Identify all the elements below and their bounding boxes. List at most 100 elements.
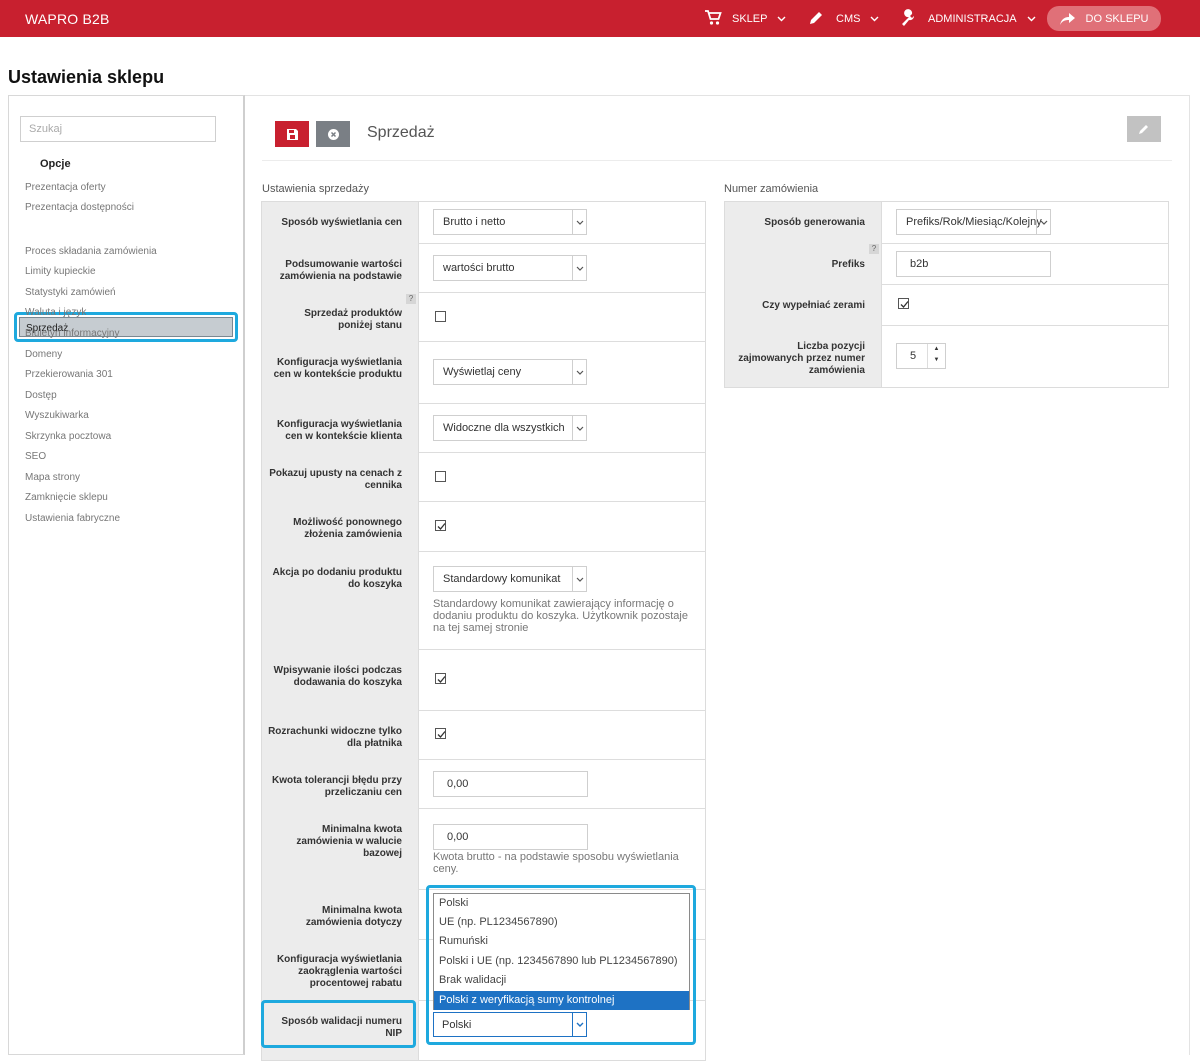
brand-logo[interactable]: WAPRO B2B [25,11,110,27]
after-add-select[interactable]: Standardowy komunikat [433,566,587,592]
sidebar-item-ustawienia-fabryczne[interactable]: Ustawienia fabryczne [25,513,120,524]
row-divider [881,284,1169,285]
select-value: Prefiks/Rok/Miesiąc/Kolejny [906,216,1042,228]
save-button[interactable] [275,121,309,147]
sidebar-item-seo[interactable]: SEO [25,451,46,462]
sidebar-item-prezentacja-oferty[interactable]: Prezentacja oferty [25,182,106,193]
discounts-checkbox[interactable] [435,471,446,482]
qty-input-checkbox[interactable] [435,673,446,684]
chevron-down-icon [572,567,586,591]
go-to-shop-button[interactable]: DO SKLEPU [1047,6,1161,31]
display-price-select[interactable]: Brutto i netto [433,209,587,235]
settlements-checkbox[interactable] [435,728,446,739]
pencil-icon [808,10,828,29]
below-stock-checkbox[interactable] [435,311,446,322]
go-to-shop-label: DO SKLEPU [1085,12,1149,25]
row-divider [418,403,706,404]
min-amount-input[interactable]: 0,00 [433,824,588,850]
stepper-arrows[interactable]: ▲ ▼ [927,344,945,368]
sidebar-item-prezentacja-dostepnosci[interactable]: Prezentacja dostępności [25,202,134,213]
check-icon [900,301,909,308]
nav-administracja[interactable]: ADMINISTRACJA [900,9,1036,28]
settings-sidebar: Opcje Prezentacja oferty Prezentacja dos… [8,95,245,1055]
select-value: wartości brutto [443,262,515,274]
row-divider [418,452,706,453]
select-value: Wyświetlaj ceny [443,366,522,378]
price-product-select[interactable]: Wyświetlaj ceny [433,359,587,385]
label-tolerance: Kwota tolerancji błędu przy przeliczaniu… [271,775,402,798]
cancel-button[interactable] [316,121,350,147]
positions-stepper[interactable]: 5 ▲ ▼ [896,343,946,369]
chevron-down-icon [1027,14,1036,25]
chevron-down-icon [777,14,786,25]
label-price-client: Konfiguracja wyświetlania cen w kontekśc… [276,419,402,442]
sidebar-item-przekierowania[interactable]: Przekierowania 301 [25,369,113,380]
row-divider [418,759,706,760]
reorder-checkbox[interactable] [435,520,446,531]
tolerance-input[interactable]: 0,00 [433,771,588,797]
row-divider [418,341,706,342]
chevron-down-icon [572,416,586,440]
nip-options-list[interactable]: Polski UE (np. PL1234567890) Rumuński Po… [433,893,690,1010]
edit-button[interactable] [1127,116,1161,142]
price-client-select[interactable]: Widoczne dla wszystkich [433,415,587,441]
sidebar-item-dostep[interactable]: Dostęp [25,390,57,401]
sidebar-item-limity-kupieckie[interactable]: Limity kupieckie [25,266,96,277]
label-prefix: Prefiks [831,259,865,270]
sidebar-item-mapa-strony[interactable]: Mapa strony [25,472,80,483]
nav-sklep[interactable]: SKLEP [704,9,786,29]
label-after-add: Akcja po dodaniu produktu do koszyka [272,567,402,590]
section-title: Sprzedaż [367,124,435,141]
row-divider [418,808,706,809]
nav-cms[interactable]: CMS [808,10,879,28]
after-add-hint: Standardowy komunikat zawierający inform… [433,598,688,634]
row-divider [881,325,1169,326]
nip-option[interactable]: UE (np. PL1234567890) [434,913,689,932]
nip-validation-select[interactable]: Polski [433,1012,587,1037]
stepper-value: 5 [910,350,917,362]
sidebar-item-zamkniecie[interactable]: Zamknięcie sklepu [25,492,108,503]
row-divider [418,501,706,502]
share-arrow-icon [1059,12,1075,25]
nip-option[interactable]: Rumuński [434,932,689,951]
nip-option[interactable]: Polski i UE (np. 1234567890 lub PL123456… [434,952,689,971]
nip-option[interactable]: Brak walidacji [434,971,689,990]
label-min-amount: Minimalna kwota zamówienia w walucie baz… [296,824,402,859]
sidebar-item-statystyki-zamowien[interactable]: Statystyki zamówień [25,287,116,298]
label-price-product: Konfiguracja wyświetlania cen w kontekśc… [273,357,402,380]
summary-select[interactable]: wartości brutto [433,255,587,281]
generation-select[interactable]: Prefiks/Rok/Miesiąc/Kolejny [896,209,1051,235]
help-icon[interactable]: ? [406,294,416,304]
floppy-icon [286,128,298,140]
chevron-down-icon [870,14,879,25]
help-icon[interactable]: ? [869,244,879,254]
row-divider [418,243,706,244]
sidebar-search-input[interactable] [20,116,216,142]
zeros-checkbox[interactable] [898,298,909,309]
min-amount-hint: Kwota brutto - na podstawie sposobu wyśw… [433,851,679,875]
cart-icon [704,9,724,29]
sidebar-item-wyszukiwarka[interactable]: Wyszukiwarka [25,410,89,421]
nip-option-highlighted[interactable]: Polski z weryfikacją sumy kontrolnej [434,991,689,1010]
sidebar-item-skrzynka[interactable]: Skrzynka pocztowa [25,431,111,442]
prefix-input[interactable]: b2b [896,251,1051,277]
sidebar-heading: Opcje [40,158,71,170]
top-navbar: WAPRO B2B SKLEP CMS ADMINISTRACJA DO SKL… [0,0,1200,37]
sidebar-item-biuletyn[interactable]: Biuletyn informacyjny [25,328,119,339]
select-value: Polski [442,1019,472,1031]
label-min-applies: Minimalna kwota zamówienia dotyczy [305,905,402,928]
label-nip: Sposób walidacji numeru NIP [281,1016,402,1039]
check-icon [437,523,446,530]
label-below-stock: Sprzedaż produktów poniżej stanu [304,308,402,331]
check-icon [437,676,446,683]
nip-option[interactable]: Polski [434,894,689,913]
label-generation: Sposób generowania [764,217,865,228]
sidebar-item-waluta-i-jezyk[interactable]: Waluta i język [25,307,86,318]
sidebar-item-proces-skladania[interactable]: Proces składania zamówienia [25,246,157,257]
sidebar-item-domeny[interactable]: Domeny [25,349,62,360]
label-positions: Liczba pozycji zajmowanych przez numer z… [738,341,865,376]
row-divider [418,292,706,293]
check-icon [437,731,446,738]
label-display-price: Sposób wyświetlania cen [281,217,402,228]
page-title: Ustawienia sklepu [8,67,165,87]
